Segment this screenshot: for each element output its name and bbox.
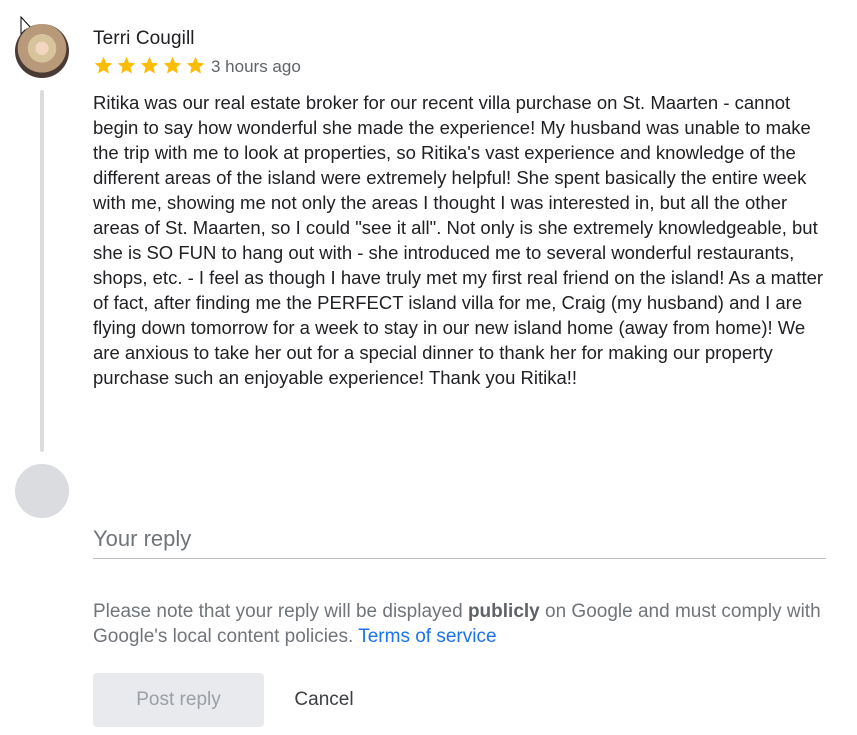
- terms-of-service-link[interactable]: Terms of service: [358, 626, 496, 647]
- reviewer-name[interactable]: Terri Cougill: [93, 28, 195, 50]
- star-rating: [93, 55, 206, 76]
- review-timestamp: 3 hours ago: [211, 57, 301, 76]
- reply-avatar: [15, 464, 69, 518]
- note-bold-publicly: publicly: [467, 601, 540, 622]
- star-icon: [186, 56, 205, 74]
- reviewer-avatar[interactable]: [15, 24, 69, 78]
- post-reply-button[interactable]: Post reply: [93, 673, 264, 727]
- review-text: Ritika was our real estate broker for ou…: [93, 92, 824, 388]
- star-icon: [140, 56, 159, 74]
- note-text-start: Please note that your reply will be disp…: [93, 601, 468, 622]
- reply-input-container: [93, 520, 826, 559]
- thread-line: [40, 90, 44, 452]
- star-icon: [163, 56, 182, 74]
- star-icon: [94, 56, 113, 74]
- cancel-button[interactable]: Cancel: [276, 673, 372, 727]
- star-icon: [117, 56, 136, 74]
- reply-policy-note: Please note that your reply will be disp…: [93, 599, 833, 649]
- reply-input[interactable]: [93, 520, 826, 558]
